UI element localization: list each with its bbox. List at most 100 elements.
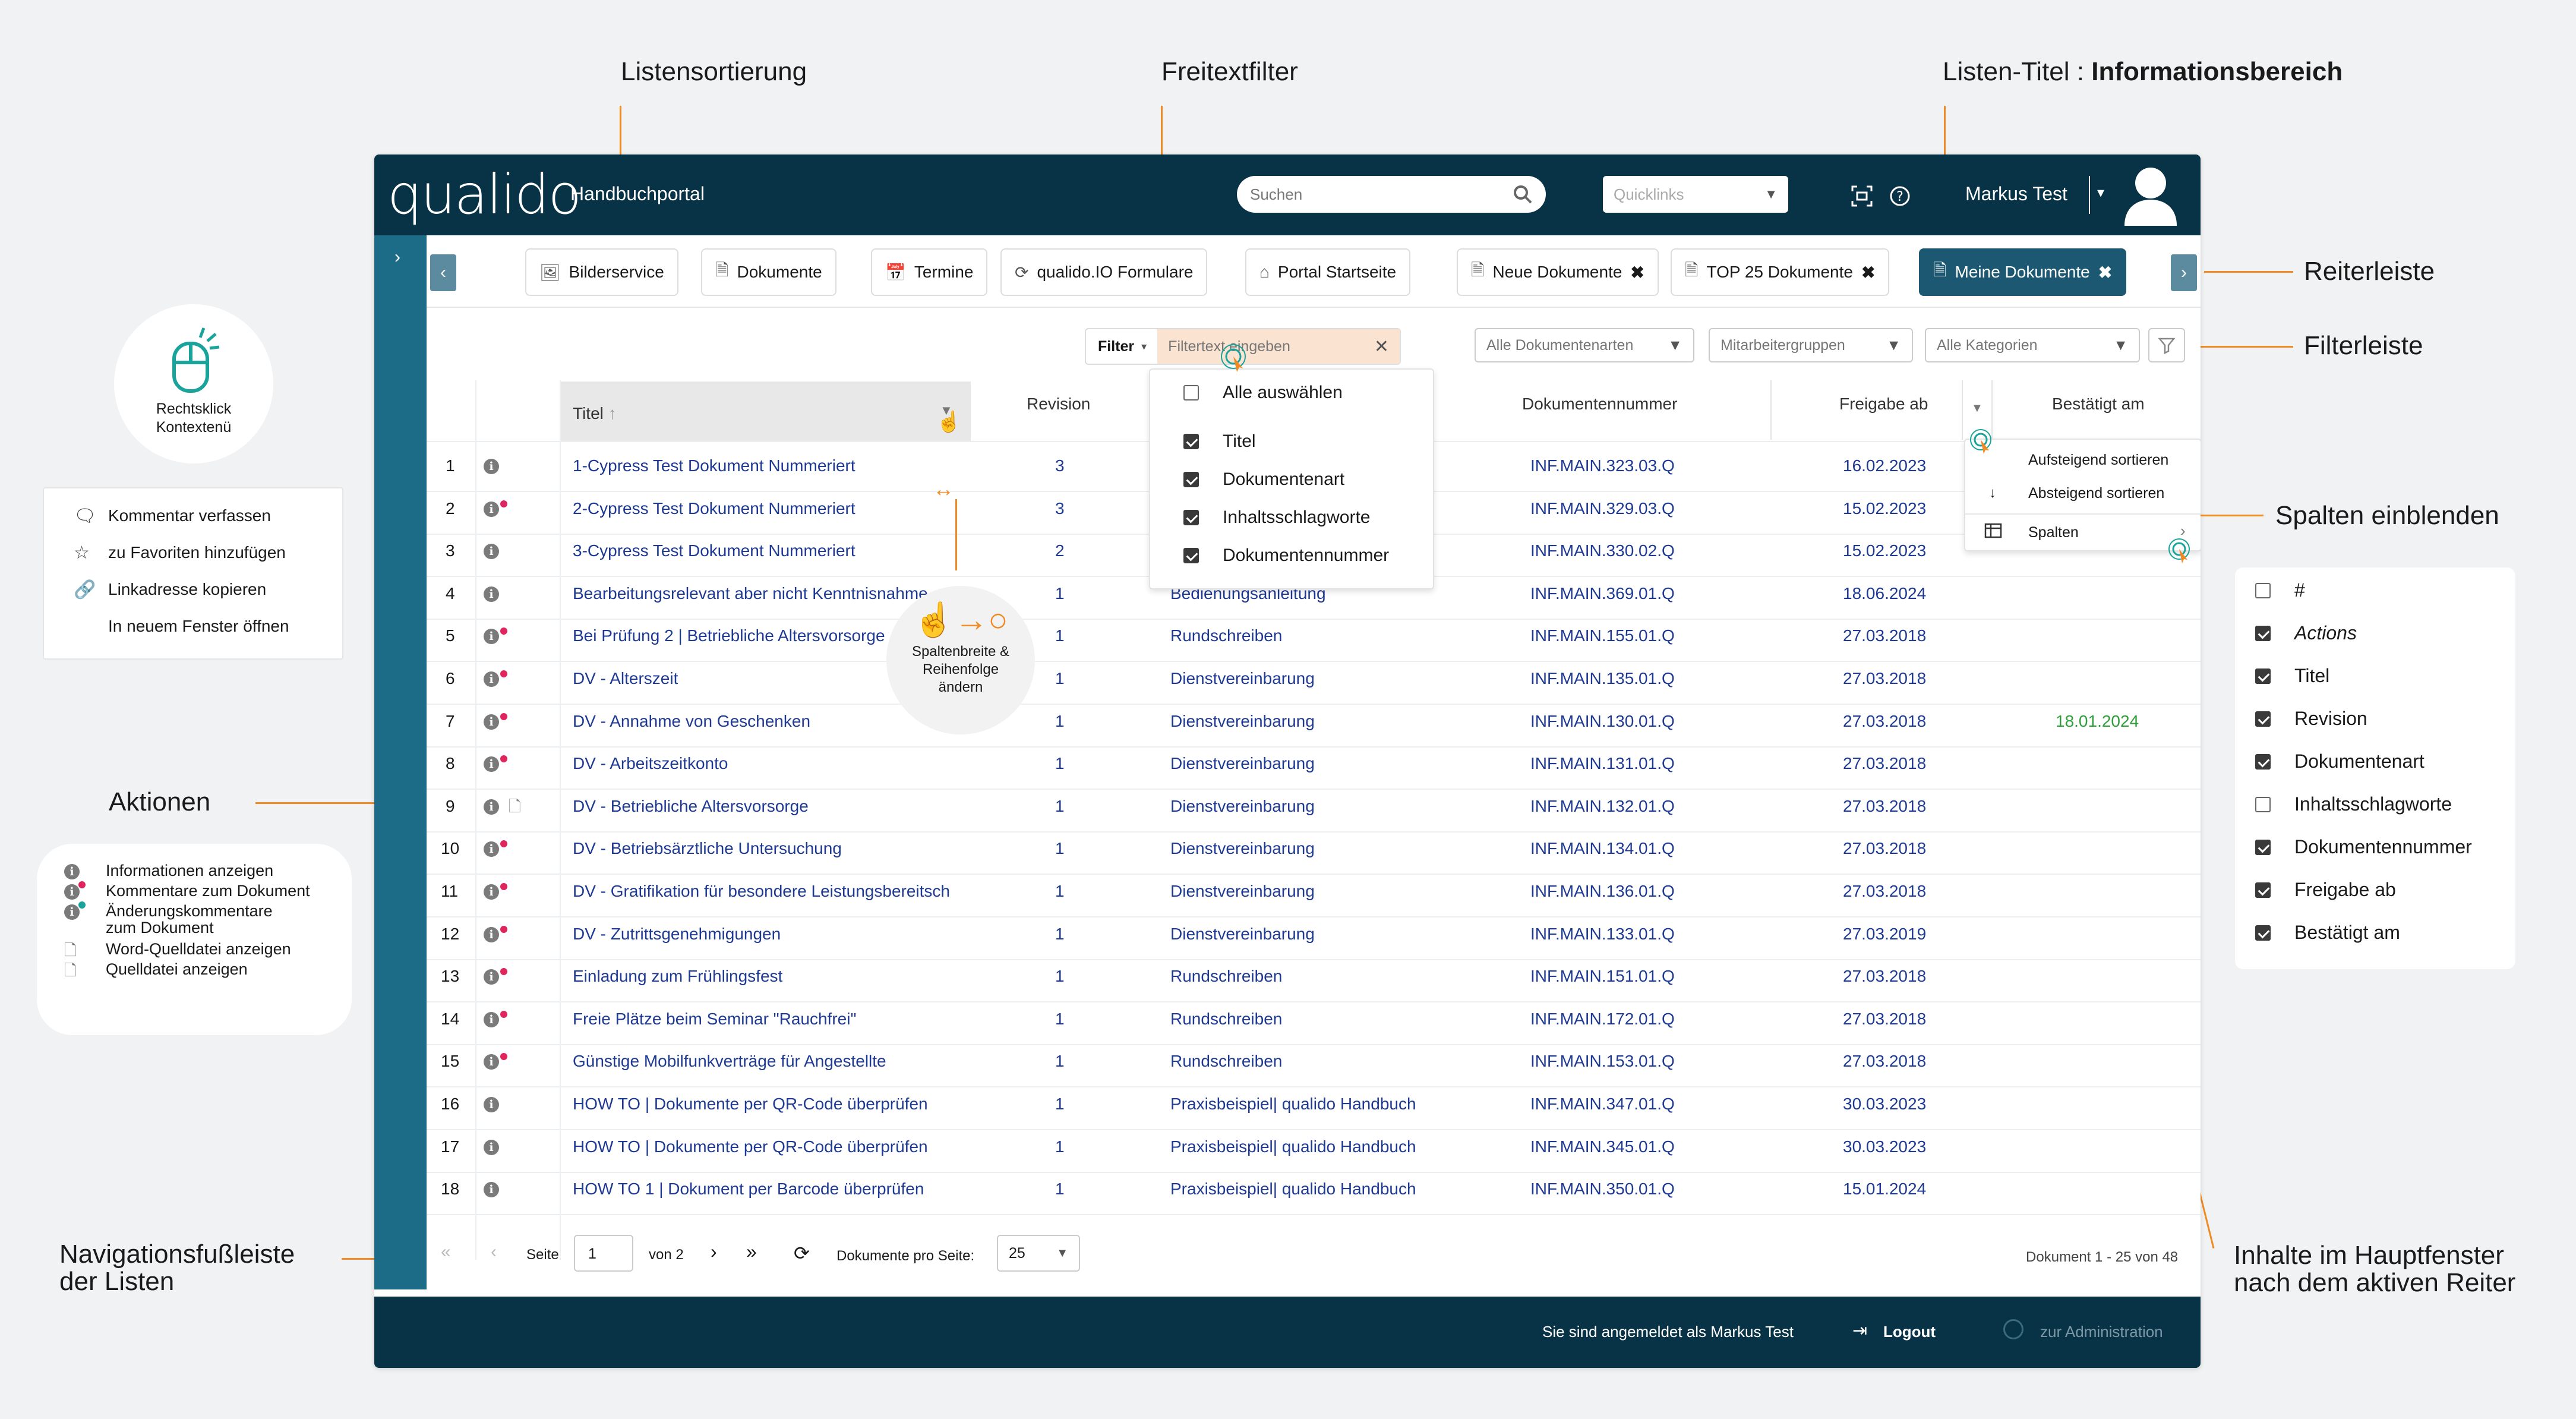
filter-label[interactable]: Filter [1098,338,1134,355]
tab-neue-dokumente[interactable]: 🗎 Neue Dokumente ✖ [1457,248,1659,296]
info-icon[interactable]: i [484,969,499,985]
info-icon[interactable]: i [484,459,499,474]
scan-icon[interactable] [1851,185,1873,207]
table-row[interactable]: 12 i DV - Zutrittsgenehmigungen 1 Dienstvere… [374,917,2201,959]
filter-field-item[interactable]: Dokumentennummer [1183,545,1389,566]
row-title[interactable]: Bearbeitungsrelevant aber nicht Kenntnis… [573,584,928,603]
tab-meine-dokumente[interactable]: 🗎 Meine Dokumente ✖ [1919,248,2127,296]
info-icon[interactable]: i [484,544,499,560]
table-row[interactable]: 13 i Einladung zum Frühlingsfest 1 Rundschre… [374,960,2201,1001]
tabs-scroll-right-button[interactable]: › [2171,254,2197,291]
tab-termine[interactable]: 📅 Termine [871,248,988,296]
checkbox[interactable] [2255,668,2271,684]
table-row[interactable]: 7 i DV - Annahme von Geschenken 1 Dienstvere… [374,705,2201,746]
first-page-button[interactable]: « [441,1242,451,1262]
info-icon[interactable]: i [484,501,499,517]
page-input[interactable]: 1 [574,1235,633,1272]
comment-badge-icon[interactable] [500,500,507,507]
info-icon[interactable]: i [484,629,499,645]
column-toggle-item[interactable]: # [2255,579,2305,601]
table-row[interactable]: 16 i HOW TO | Dokumente per QR-Code überpr… [374,1087,2201,1129]
column-header-title[interactable]: Titel ↑ [573,404,617,423]
tab-bilderservice[interactable]: 🖼 Bilderservice [525,248,678,296]
row-title[interactable]: DV - Betriebliche Altersvorsorge [573,797,809,816]
doctype-select[interactable]: Alle Dokumentenarten ▼ [1475,328,1694,362]
comment-badge-icon[interactable] [500,755,507,763]
row-title[interactable]: DV - Betriebsärztliche Untersuchung [573,839,842,858]
per-page-select[interactable]: 25 ▼ [997,1235,1080,1272]
filter-toggle-button[interactable] [2148,328,2185,362]
column-header-release[interactable]: Freigabe ab [1839,395,1928,414]
tab-dokumente[interactable]: 🗎 Dokumente [701,248,836,296]
row-title[interactable]: Günstige Mobilfunkverträge für Angestell… [573,1052,886,1071]
column-header-docnumber[interactable]: Dokumentennummer [1522,395,1677,414]
filter-field-item[interactable]: Dokumentenart [1183,469,1344,490]
category-select[interactable]: Alle Kategorien ▼ [1925,328,2140,362]
tab-top-25-dokumente[interactable]: 🗎 TOP 25 Dokumente ✖ [1671,248,1890,296]
sort-descending-item[interactable]: Absteigend sortieren [2028,485,2164,502]
tabs-scroll-left-button[interactable]: ‹ [430,254,456,291]
table-row[interactable]: 17 i HOW TO | Dokumente per QR-Code überpr… [374,1130,2201,1172]
row-title[interactable]: Freie Plätze beim Seminar "Rauchfrei" [573,1010,856,1029]
info-icon[interactable]: i [484,884,499,900]
column-toggle-item[interactable]: Actions [2255,622,2357,644]
logout-link[interactable]: Logout [1883,1323,1936,1341]
table-row[interactable]: 10 i DV - Betriebsärztliche Untersuchung 1 D… [374,832,2201,874]
checkbox[interactable] [1183,434,1199,449]
comment-badge-icon[interactable] [500,712,507,720]
search-icon[interactable] [1513,184,1533,204]
checkbox[interactable] [2255,711,2271,727]
column-header-confirmed[interactable]: Bestätigt am [2052,395,2145,414]
info-icon[interactable]: i [484,799,499,815]
checkbox[interactable] [2255,582,2271,598]
info-icon[interactable]: i [484,756,499,772]
sort-ascending-item[interactable]: Aufsteigend sortieren [2028,452,2168,469]
comment-badge-icon[interactable] [500,1010,507,1018]
checkbox[interactable] [2255,882,2271,898]
row-title[interactable]: DV - Zutrittsgenehmigungen [573,925,781,944]
column-toggle-item[interactable]: Inhaltsschlagworte [2255,793,2452,815]
info-icon[interactable]: i [484,671,499,687]
checkbox[interactable] [1183,385,1199,401]
table-row[interactable]: 15 i Günstige Mobilfunkverträge für Angest… [374,1045,2201,1086]
filter-field-item[interactable]: Inhaltsschlagworte [1183,507,1370,528]
table-row[interactable]: 8 i DV - Arbeitszeitkonto 1 Dienstvereinbaru… [374,747,2201,789]
table-row[interactable]: 9 i 🗋 DV - Betriebliche Altersvorsorge 1 Dien… [374,790,2201,831]
tab-qualido-io-formulare[interactable]: ⟳ qualido.IO Formulare [1000,248,1208,296]
filter-text-input[interactable]: Filtertext eingeben ✕ [1157,329,1400,364]
checkbox[interactable] [2255,925,2271,941]
row-title[interactable]: 2-Cypress Test Dokument Nummeriert [573,499,855,518]
refresh-icon[interactable]: ⟳ [794,1242,810,1265]
column-header-revision[interactable]: Revision [1027,395,1090,414]
comment-badge-icon[interactable] [500,840,507,848]
user-menu-chevron-icon[interactable]: ▾ [2097,184,2104,201]
filter-field-item[interactable]: Titel [1183,431,1256,452]
context-menu-item[interactable]: 🗨 Kommentar verfassen [74,504,323,528]
info-icon[interactable]: i [484,926,499,942]
avatar[interactable] [2121,163,2180,227]
column-toggle-item[interactable]: Bestätigt am [2255,922,2400,944]
checkbox[interactable] [2255,796,2271,812]
row-title[interactable]: DV - Arbeitszeitkonto [573,754,728,773]
checkbox[interactable] [2255,839,2271,855]
quicklinks-select[interactable]: Quicklinks ▼ [1603,176,1788,213]
comment-badge-icon[interactable] [500,968,507,976]
column-toggle-item[interactable]: Dokumentennummer [2255,836,2472,858]
row-title[interactable]: Einladung zum Frühlingsfest [573,967,782,986]
context-menu-item[interactable]: 🔗 Linkadresse kopieren [74,578,323,601]
close-icon[interactable]: ✖ [1861,263,1875,282]
context-menu-item[interactable]: In neuem Fenster öffnen [74,614,323,638]
checkbox[interactable] [1183,510,1199,525]
expand-sidebar-icon[interactable]: › [394,247,427,267]
logout-icon[interactable]: ⇥ [1852,1320,1867,1341]
table-row[interactable]: 5 i Bei Prüfung 2 | Betriebliche Altersvor… [374,619,2201,661]
context-menu-item[interactable]: ☆ zu Favoriten hinzufügen [74,541,323,565]
next-page-button[interactable]: › [711,1241,717,1263]
employee-group-select[interactable]: Mitarbeitergruppen ▼ [1709,328,1913,362]
search-input[interactable]: Suchen [1237,176,1546,213]
admin-link[interactable]: zur Administration [2040,1323,2163,1341]
close-icon[interactable]: ✖ [2098,263,2112,282]
table-row[interactable]: 18 i HOW TO 1 | Dokument per Barcode überp… [374,1172,2201,1214]
comment-badge-icon[interactable] [500,670,507,677]
column-toggle-item[interactable]: Revision [2255,708,2367,730]
